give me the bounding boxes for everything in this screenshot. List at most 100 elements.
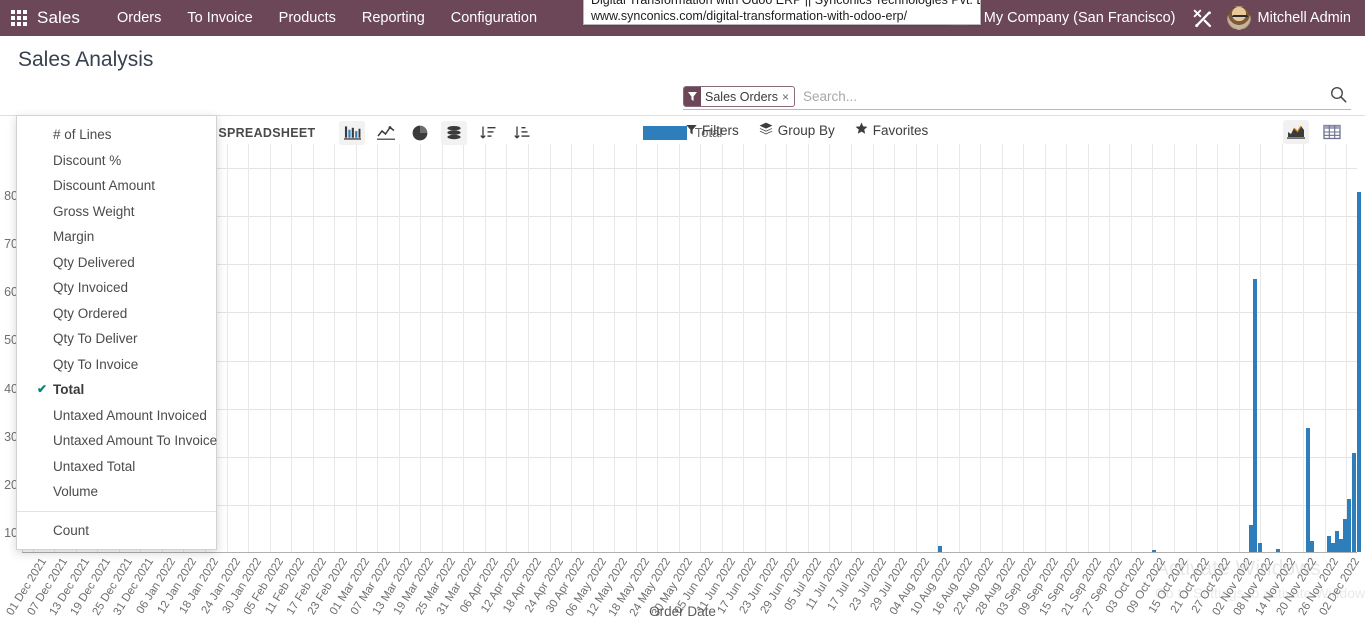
gridline-vertical bbox=[506, 144, 507, 553]
chart-bar[interactable] bbox=[1347, 499, 1351, 552]
gridline-horizontal bbox=[22, 456, 1357, 458]
measures-menu-item-label: Total bbox=[53, 382, 85, 397]
measures-menu-item-label: Discount Amount bbox=[53, 178, 156, 193]
gridline-vertical bbox=[1239, 144, 1240, 553]
x-axis-line bbox=[22, 552, 1357, 553]
measures-menu-item-qty-ordered[interactable]: Qty Ordered bbox=[17, 301, 216, 327]
search-view: Sales Orders × bbox=[683, 84, 1351, 110]
chart-canvas[interactable] bbox=[22, 144, 1361, 553]
gridline-vertical bbox=[334, 144, 335, 553]
measures-dropdown-menu: # of Lines Discount % Discount Amount Gross… bbox=[16, 115, 217, 550]
pie-chart-icon[interactable] bbox=[407, 121, 433, 145]
gridline-vertical bbox=[1196, 144, 1197, 553]
gridline-vertical bbox=[442, 144, 443, 553]
filter-facet-label: Sales Orders bbox=[705, 89, 778, 104]
gridline-vertical bbox=[980, 144, 981, 553]
measures-menu-item-qty-to-invoice[interactable]: Qty To Invoice bbox=[17, 352, 216, 378]
line-chart-icon[interactable] bbox=[373, 121, 399, 145]
search-icon[interactable] bbox=[1330, 86, 1347, 108]
measures-menu-item-discount[interactable]: Discount % bbox=[17, 148, 216, 174]
nav-item-products[interactable]: Products bbox=[266, 0, 349, 36]
measures-menu-item-qty-to-deliver[interactable]: Qty To Deliver bbox=[17, 326, 216, 352]
nav-item-to-invoice[interactable]: To Invoice bbox=[174, 0, 265, 36]
measures-menu-item-volume[interactable]: Volume bbox=[17, 479, 216, 505]
view-switcher bbox=[1283, 120, 1345, 144]
company-selector[interactable]: My Company (San Francisco) bbox=[984, 10, 1176, 26]
nav-item-orders[interactable]: Orders bbox=[104, 0, 174, 36]
legend-swatch-total bbox=[642, 125, 687, 140]
bar-chart-icon[interactable] bbox=[339, 121, 366, 145]
measures-menu-item-untaxed-total[interactable]: Untaxed Total bbox=[17, 454, 216, 480]
search-input[interactable] bbox=[800, 85, 1351, 108]
group-by-button-label: Group By bbox=[777, 122, 835, 138]
filter-facet-remove-icon[interactable]: × bbox=[782, 90, 794, 104]
gridline-vertical bbox=[851, 144, 852, 553]
link-preview-tooltip: Digital Transformation with Odoo ERP || … bbox=[583, 0, 981, 25]
measures-menu-item-total[interactable]: ✔ Total bbox=[17, 377, 216, 403]
avatar[interactable] bbox=[1226, 6, 1251, 30]
gridline-vertical bbox=[1174, 144, 1175, 553]
stacked-icon[interactable] bbox=[441, 121, 468, 145]
gridline-vertical bbox=[722, 144, 723, 553]
gridline-vertical bbox=[377, 144, 378, 553]
gridline-vertical bbox=[248, 144, 249, 553]
gridline-vertical bbox=[959, 144, 960, 553]
filters-button[interactable]: Filters bbox=[686, 123, 739, 138]
gridline-vertical bbox=[227, 144, 228, 553]
gridline-vertical bbox=[1282, 144, 1283, 553]
layers-icon bbox=[759, 122, 773, 138]
gridline-vertical bbox=[1152, 144, 1153, 553]
x-axis-title: Order Date bbox=[649, 604, 716, 619]
chart-bar[interactable] bbox=[1306, 428, 1310, 552]
measures-menu-item-qty-delivered[interactable]: Qty Delivered bbox=[17, 250, 216, 276]
gridline-vertical bbox=[1303, 144, 1304, 553]
gridline-vertical bbox=[829, 144, 830, 553]
gridline-vertical bbox=[399, 144, 400, 553]
measures-menu-item-discount-amount[interactable]: Discount Amount bbox=[17, 173, 216, 199]
chart-bar[interactable] bbox=[1310, 541, 1314, 552]
measures-menu-item-count[interactable]: Count bbox=[17, 518, 216, 544]
tools-icon[interactable] bbox=[1192, 8, 1213, 29]
gridline-vertical bbox=[765, 144, 766, 553]
apps-grid-icon[interactable] bbox=[11, 10, 27, 26]
gridline-vertical bbox=[636, 144, 637, 553]
measures-menu-item-qty-invoiced[interactable]: Qty Invoiced bbox=[17, 275, 216, 301]
gridline-vertical bbox=[571, 144, 572, 553]
chart-bar[interactable] bbox=[1258, 543, 1262, 552]
filter-facet-sales-orders[interactable]: Sales Orders × bbox=[683, 86, 795, 107]
gridline-vertical bbox=[420, 144, 421, 553]
group-by-button[interactable]: Group By bbox=[759, 122, 835, 138]
menu-separator bbox=[17, 510, 216, 512]
gridline-vertical bbox=[1346, 144, 1347, 553]
sort-ascending-icon[interactable] bbox=[509, 121, 535, 145]
gridline-vertical bbox=[1045, 144, 1046, 553]
measures-menu-item-label: Qty To Deliver bbox=[53, 331, 138, 346]
chart-bar[interactable] bbox=[1253, 279, 1257, 552]
graph-view-icon[interactable] bbox=[1283, 120, 1309, 144]
gridline-vertical bbox=[1066, 144, 1067, 553]
gridline-vertical bbox=[356, 144, 357, 553]
nav-item-configuration[interactable]: Configuration bbox=[438, 0, 550, 36]
gridline-horizontal bbox=[22, 504, 1357, 506]
favorites-button[interactable]: Favorites bbox=[855, 122, 928, 138]
app-brand-sales[interactable]: Sales bbox=[37, 8, 80, 28]
chart-bar[interactable] bbox=[1352, 453, 1356, 552]
gridline-vertical bbox=[1002, 144, 1003, 553]
measures-menu-item-untaxed-amount-to-invoice[interactable]: Untaxed Amount To Invoice bbox=[17, 428, 217, 454]
measures-menu-item-margin[interactable]: Margin bbox=[17, 224, 216, 250]
chart-bar[interactable] bbox=[1357, 192, 1361, 552]
user-menu-label[interactable]: Mitchell Admin bbox=[1258, 10, 1355, 26]
gridline-vertical bbox=[614, 144, 615, 553]
pivot-view-icon[interactable] bbox=[1319, 120, 1345, 144]
measures-menu-item-untaxed-amount-invoiced[interactable]: Untaxed Amount Invoiced bbox=[17, 403, 216, 429]
nav-item-reporting[interactable]: Reporting bbox=[349, 0, 438, 36]
sort-descending-icon[interactable] bbox=[475, 121, 501, 145]
link-preview-url: www.synconics.com/digital-transformation… bbox=[591, 9, 908, 23]
measures-menu-item-label: Volume bbox=[53, 484, 99, 499]
measures-menu-item-of-lines[interactable]: # of Lines bbox=[17, 122, 216, 148]
measures-menu-item-gross-weight[interactable]: Gross Weight bbox=[17, 199, 216, 225]
gridline-vertical bbox=[743, 144, 744, 553]
check-icon: ✔ bbox=[37, 382, 48, 396]
gridline-vertical bbox=[485, 144, 486, 553]
chart-type-button-group bbox=[339, 121, 535, 145]
